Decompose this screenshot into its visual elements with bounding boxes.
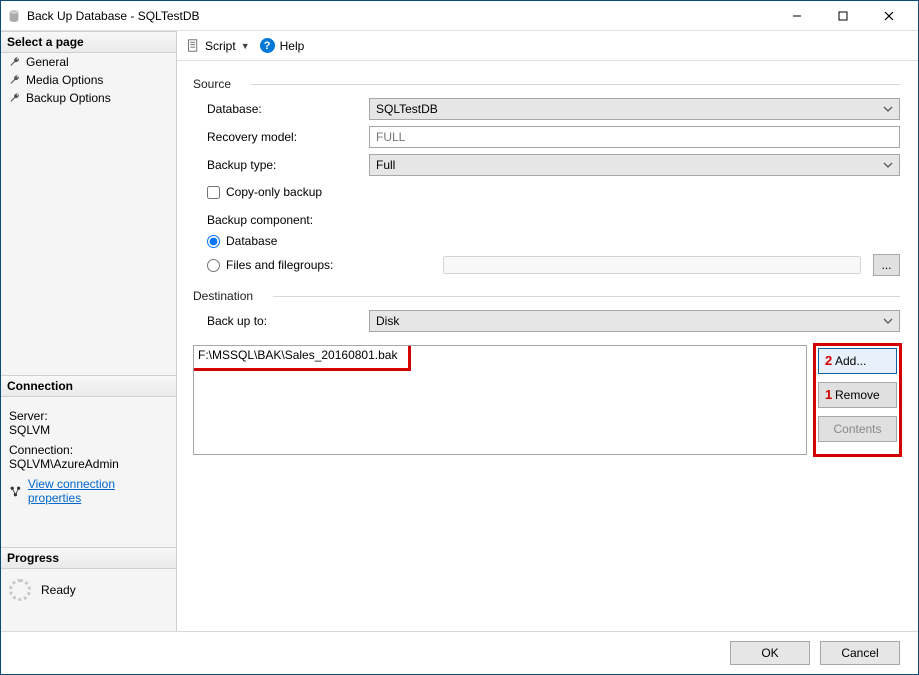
radio-filegroups-label: Files and filegroups: xyxy=(226,258,381,272)
backup-type-label: Backup type: xyxy=(193,158,369,172)
script-button[interactable]: Script ▼ xyxy=(187,39,250,53)
radio-filegroups[interactable] xyxy=(207,259,220,272)
destination-section: Destination Back up to: Disk F:\MSSQL\BA… xyxy=(193,285,900,455)
add-button[interactable]: 2 Add... xyxy=(818,348,897,374)
add-button-label: Add... xyxy=(835,354,866,368)
script-label: Script xyxy=(205,39,236,53)
server-value: SQLVM xyxy=(9,423,170,437)
destination-list[interactable]: F:\MSSQL\BAK\Sales_20160801.bak xyxy=(193,345,807,455)
source-legend: Source xyxy=(193,73,900,95)
ellipsis-label: ... xyxy=(881,258,891,272)
contents-button-label: Contents xyxy=(833,422,881,436)
backup-type-select[interactable]: Full xyxy=(369,154,900,176)
progress-spinner-icon xyxy=(9,579,31,601)
radio-database[interactable] xyxy=(207,235,220,248)
backup-to-select[interactable]: Disk xyxy=(369,310,900,332)
dialog-footer: OK Cancel xyxy=(1,631,918,673)
progress-header: Progress xyxy=(1,547,176,569)
backup-component-label: Backup component: xyxy=(193,205,900,231)
annotation-step-2: 2 xyxy=(825,353,832,368)
sidebar: Select a page General Media Options Back… xyxy=(1,31,177,631)
wrench-icon xyxy=(9,74,21,86)
select-page-header: Select a page xyxy=(1,31,176,53)
connection-value: SQLVM\AzureAdmin xyxy=(9,457,170,471)
destination-path-item[interactable]: F:\MSSQL\BAK\Sales_20160801.bak xyxy=(194,346,806,364)
ok-button[interactable]: OK xyxy=(730,641,810,665)
cancel-button[interactable]: Cancel xyxy=(820,641,900,665)
script-icon xyxy=(187,39,200,52)
main-panel: Script ▼ ? Help Source Database: SQLTest… xyxy=(177,31,918,631)
help-icon: ? xyxy=(260,38,275,53)
database-icon xyxy=(7,9,21,23)
sidebar-item-media-options[interactable]: Media Options xyxy=(1,71,176,89)
destination-legend: Destination xyxy=(193,285,900,307)
help-label: Help xyxy=(280,39,305,53)
annotation-step-1: 1 xyxy=(825,387,832,402)
minimize-button[interactable] xyxy=(774,2,820,30)
filegroups-browse-button[interactable]: ... xyxy=(873,254,900,276)
backup-to-label: Back up to: xyxy=(193,314,369,328)
help-button[interactable]: ? Help xyxy=(260,38,305,53)
window-title: Back Up Database - SQLTestDB xyxy=(27,9,774,23)
sidebar-item-label: General xyxy=(26,55,69,69)
titlebar: Back Up Database - SQLTestDB xyxy=(1,1,918,31)
remove-button-label: Remove xyxy=(835,388,880,402)
view-connection-properties-link[interactable]: View connection properties xyxy=(28,477,170,505)
chevron-down-icon: ▼ xyxy=(241,41,250,51)
wrench-icon xyxy=(9,56,21,68)
radio-database-label: Database xyxy=(226,234,277,248)
database-select[interactable]: SQLTestDB xyxy=(369,98,900,120)
close-button[interactable] xyxy=(866,2,912,30)
database-label: Database: xyxy=(193,102,369,116)
copy-only-label: Copy-only backup xyxy=(226,185,322,199)
destination-buttons-group: 2 Add... 1 Remove Contents xyxy=(815,345,900,455)
remove-button[interactable]: 1 Remove xyxy=(818,382,897,408)
source-section: Source Database: SQLTestDB Recovery mode… xyxy=(193,73,900,279)
recovery-model-label: Recovery model: xyxy=(193,130,369,144)
wrench-icon xyxy=(9,92,21,104)
connection-label: Connection: xyxy=(9,443,170,457)
copy-only-checkbox[interactable] xyxy=(207,186,220,199)
connection-header: Connection xyxy=(1,375,176,397)
connection-properties-icon xyxy=(9,485,22,498)
sidebar-item-backup-options[interactable]: Backup Options xyxy=(1,89,176,107)
sidebar-item-label: Media Options xyxy=(26,73,103,87)
sidebar-item-general[interactable]: General xyxy=(1,53,176,71)
recovery-model-value xyxy=(369,126,900,148)
progress-status: Ready xyxy=(41,583,76,597)
contents-button: Contents xyxy=(818,416,897,442)
sidebar-item-label: Backup Options xyxy=(26,91,111,105)
server-label: Server: xyxy=(9,409,170,423)
connection-body: Server: SQLVM Connection: SQLVM\AzureAdm… xyxy=(1,397,176,507)
maximize-button[interactable] xyxy=(820,2,866,30)
toolbar: Script ▼ ? Help xyxy=(177,31,918,61)
filegroups-input xyxy=(443,256,861,274)
